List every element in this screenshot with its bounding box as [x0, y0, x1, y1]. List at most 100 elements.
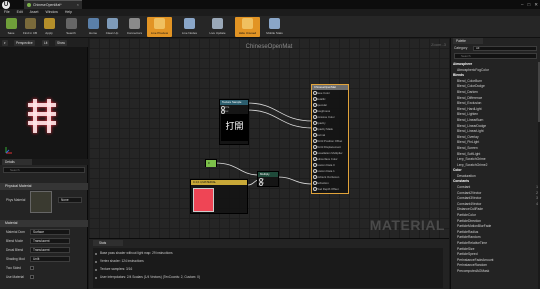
blend-mode-combo[interactable]: Translucent [30, 238, 70, 244]
palette-item-label: Constants [453, 179, 470, 184]
palette-item-label: Blends [453, 73, 464, 78]
toolbar-button-label: Connectors [126, 31, 143, 35]
palette-item-label: ParticleRandom [457, 235, 481, 240]
axis-gizmo-icon [5, 147, 12, 154]
b-pin[interactable]: B [258, 181, 278, 186]
shading-model-row: Shading Mod Unlit [0, 255, 88, 263]
apply-icon [43, 18, 55, 29]
live-nodes-button[interactable]: Live Nodes [177, 17, 202, 37]
palette-item-label: Blend_Difference [457, 95, 483, 100]
palette-item-label: AtmosphericFogColor [457, 67, 489, 72]
viewport-options-button[interactable]: ▾ [2, 40, 8, 46]
palette-item[interactable]: PrecomputedAOMask [451, 269, 540, 275]
hide-unused-button[interactable]: Hide Unused [235, 17, 260, 37]
toolbar-button-label: Hide Unused [238, 31, 257, 35]
use-material-row: Use Material [0, 273, 88, 281]
wire-scalar-to-multiply [214, 162, 260, 176]
details-tab[interactable]: Details [2, 159, 32, 165]
palette-item-label: ParticleDirection [457, 218, 482, 223]
connectors-button[interactable]: Connectors [122, 17, 147, 37]
color-swatch[interactable] [193, 188, 214, 212]
palette-item-label: Blend_ColorBurn [457, 78, 483, 83]
toolbar-button-label: Apply [45, 31, 53, 35]
result-pin[interactable]: Pixel Depth Offset [312, 186, 348, 192]
palette-item-label: Blend_SoftLight [457, 151, 481, 156]
texture-sample-node[interactable]: Texture Sample UVs Tex 打開 [219, 99, 249, 145]
menu-window[interactable]: Window [45, 9, 57, 16]
title-bar: U ChineseOpenMat* × – □ ✕ [0, 0, 540, 9]
menu-bar: File Edit Asset Window Help [0, 9, 540, 16]
home-button[interactable]: Home [84, 17, 102, 37]
palette-item-label: PerInstanceRandom [457, 263, 488, 268]
toolbar-button-label: Find in CB [22, 31, 37, 35]
toolbar-button-label: Live Preview [150, 31, 168, 35]
menu-edit[interactable]: Edit [17, 9, 23, 16]
vector-param-node[interactable]: 0.4,0.4,MATERIAL [190, 179, 248, 214]
live-preview-button[interactable]: Live Preview [147, 17, 172, 37]
lit-button[interactable]: Lit [42, 40, 50, 46]
stats-tab[interactable]: Stats [93, 240, 123, 246]
details-search-input[interactable]: Search [3, 167, 85, 173]
palette-item-label: ParticleSize [457, 246, 475, 251]
close-tab-icon[interactable]: × [77, 1, 79, 9]
live-update-icon [212, 18, 223, 29]
menu-asset[interactable]: Asset [30, 9, 39, 16]
multiply-node[interactable]: Multiply A B [257, 171, 279, 187]
two-sided-checkbox[interactable] [30, 266, 34, 270]
shading-model-combo[interactable]: Unlit [30, 256, 70, 262]
phys-material-combo[interactable]: None [58, 197, 82, 203]
find-in-cb-button[interactable]: Find in CB [21, 17, 39, 37]
palette-search-input[interactable]: Search [454, 53, 537, 59]
material-domain-label: Material Dom [6, 230, 25, 234]
material-graph[interactable]: ChineseOpenMat Zoom -3 Texture Sample UV… [89, 38, 449, 238]
palette-item-label: DistanceCullFade [457, 207, 484, 212]
show-button[interactable]: Show [55, 40, 67, 46]
live-nodes-icon [184, 18, 195, 29]
shading-model-label: Shading Mod [6, 257, 25, 261]
clean-up-button[interactable]: Clean Up [103, 17, 121, 37]
toolbar: Save Find in CB Apply Search Home Clean Up Con… [0, 16, 540, 38]
palette-item-label: ParticleRadius [457, 229, 479, 234]
material-watermark: MATERIAL [369, 217, 445, 233]
palette-item-label: Blend_Exclusion [457, 101, 482, 106]
material-result-node[interactable]: ChineseOpenMat Base Color Metallic Specula… [311, 84, 349, 194]
decal-blend-combo[interactable]: Translucent [30, 247, 70, 253]
menu-help[interactable]: Help [65, 9, 72, 16]
phys-material-thumbnail[interactable] [30, 191, 52, 213]
mobile-stats-button[interactable]: Mobile Stats [262, 17, 287, 37]
decal-blend-label: Decal Blend [6, 248, 24, 252]
palette-item-label: ParticleMotionBlurFade [457, 224, 492, 229]
close-window-button[interactable]: ✕ [534, 0, 538, 9]
unreal-logo-icon: U [2, 1, 10, 9]
maximize-button[interactable]: □ [528, 0, 531, 9]
stat-line: Base pass shader without light map: 29 i… [100, 251, 173, 255]
physical-material-section[interactable]: Physical Material [0, 183, 88, 190]
toolbar-button-label: Home [88, 31, 97, 35]
minimize-button[interactable]: – [521, 0, 524, 9]
live-update-button[interactable]: Live Update [205, 17, 230, 37]
palette-list: Atmosphere AtmosphericFogColor Blends Blend… [451, 62, 540, 289]
blend-mode-row: Blend Mode Translucent [0, 237, 88, 245]
palette-item-label: Blend_HardLight [457, 106, 482, 111]
document-tab[interactable]: ChineseOpenMat* × [24, 0, 82, 9]
use-material-checkbox[interactable] [30, 275, 34, 279]
apply-button[interactable]: Apply [40, 17, 58, 37]
material-section[interactable]: Material [0, 220, 88, 227]
category-combo[interactable]: All [473, 46, 537, 51]
palette-item-label: Blend_LinearLight [457, 129, 484, 134]
stat-bullet-icon [95, 277, 97, 279]
perspective-button[interactable]: Perspective [14, 40, 35, 46]
stat-line: Vertex shader: 124 instructions [100, 259, 144, 263]
material-preview-viewport[interactable]: ▾ Perspective Lit Show [0, 38, 88, 159]
palette-item-label: Blend_ColorDodge [457, 84, 485, 89]
stats-panel: Stats Base pass shader without light map… [89, 238, 449, 289]
search-button[interactable]: Search [62, 17, 80, 37]
material-domain-combo[interactable]: Surface [30, 229, 70, 235]
palette-tab[interactable]: Palette [453, 38, 483, 44]
save-button[interactable]: Save [2, 17, 20, 37]
tex-pin[interactable]: Tex [220, 109, 248, 114]
clean-up-icon [106, 18, 118, 29]
palette-item-label: PrecomputedAOMask [457, 268, 490, 273]
scalar-node[interactable]: 0 [205, 159, 217, 167]
menu-file[interactable]: File [4, 9, 10, 16]
